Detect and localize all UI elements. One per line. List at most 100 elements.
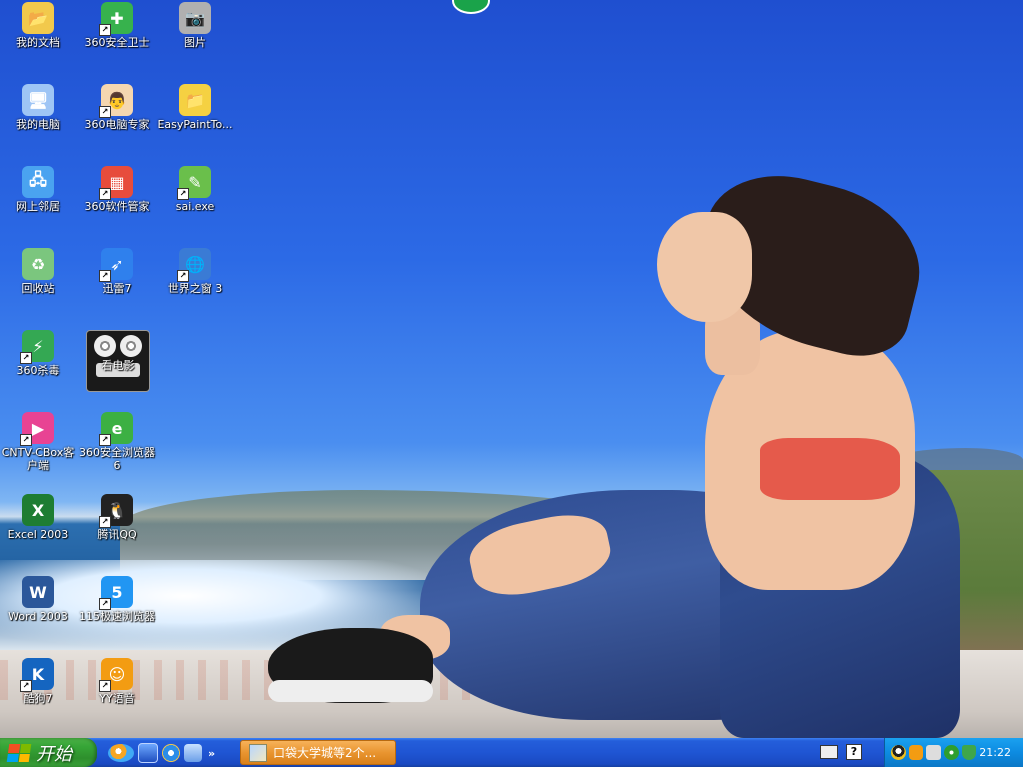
volume-icon[interactable]: [926, 745, 941, 760]
360-safe-glyph: ✚: [110, 8, 124, 28]
desktop-icon-kandianying[interactable]: 看电影: [78, 330, 158, 392]
wallpaper-person-face: [657, 212, 752, 322]
switch-windows-icon[interactable]: [184, 744, 202, 762]
desktop-icon-network-places[interactable]: 🖧 网上邻居: [0, 164, 78, 213]
desktop-icon-yy[interactable]: ☺ ↗ YY语音: [77, 656, 157, 705]
internet-explorer-icon[interactable]: [162, 744, 180, 762]
pictures-glyph: 📷: [185, 8, 205, 28]
floating-green-icon[interactable]: [452, 0, 490, 14]
my-computer-glyph: 🖥: [27, 90, 49, 110]
desktop-icon-label: Excel 2003: [7, 528, 69, 541]
desktop-icon-recycle-bin[interactable]: ♻ 回收站: [0, 246, 78, 295]
qq-icon: 🐧 ↗: [99, 494, 133, 528]
360-browser-glyph: e: [111, 418, 123, 438]
shortcut-arrow-icon: ↗: [20, 352, 32, 364]
desktop-icon-word-2003[interactable]: W Word 2003: [0, 574, 78, 623]
desktop-icon-label: 腾讯QQ: [97, 528, 137, 541]
desktop-icon-label: 看电影: [101, 359, 135, 372]
desktop-icon-360-safe[interactable]: ✚ ↗ 360安全卫士: [77, 0, 157, 49]
360-software-manager-glyph: ▦: [109, 172, 125, 192]
excel-2003-glyph: X: [31, 500, 45, 520]
desktop-icon-label: sai.exe: [175, 200, 215, 213]
360-browser-icon: e ↗: [99, 412, 133, 446]
360-antivirus-icon: ⚡ ↗: [20, 330, 54, 364]
shortcut-arrow-icon: ↗: [99, 106, 111, 118]
desktop-icon-label: 115极速浏览器: [79, 610, 155, 623]
system-tray: 21:22: [884, 738, 1023, 767]
quick-launch: »: [108, 742, 215, 764]
xunlei-icon: ➶ ↗: [99, 248, 133, 282]
desktop-icon-115-browser[interactable]: 5 ↗ 115极速浏览器: [77, 574, 157, 623]
xunlei-glyph: ➶: [110, 254, 124, 274]
desktop-icon-pictures[interactable]: 📷 图片: [155, 0, 235, 49]
115-browser-icon: 5 ↗: [99, 576, 133, 610]
word-2003-icon: W: [22, 576, 54, 608]
115-browser-glyph: 5: [111, 582, 123, 602]
desktop-icon-label: CNTV-CBox客户端: [1, 446, 75, 472]
help-icon[interactable]: ?: [846, 744, 862, 760]
desktop-icon-label: 360安全浏览器6: [79, 446, 155, 472]
desktop-icon-label: 迅雷7: [102, 282, 132, 295]
desktop-icon-360-browser[interactable]: e ↗ 360安全浏览器6: [77, 410, 157, 472]
taskbar-window-button[interactable]: 口袋大学城等2个...: [240, 740, 396, 765]
quicklaunch-more-button[interactable]: »: [208, 747, 215, 760]
shortcut-arrow-icon: ↗: [20, 680, 32, 692]
shortcut-arrow-icon: ↗: [99, 24, 111, 36]
easypainttool-glyph: 📁: [185, 90, 205, 110]
desktop-icon-360-antivirus[interactable]: ⚡ ↗ 360杀毒: [0, 328, 78, 377]
shortcut-arrow-icon: ↗: [99, 516, 111, 528]
start-label: 开始: [36, 743, 72, 765]
clock[interactable]: 21:22: [979, 746, 1011, 759]
desktop-icon-qq[interactable]: 🐧 ↗ 腾讯QQ: [77, 492, 157, 541]
desktop-icon-my-documents[interactable]: 📂 我的文档: [0, 0, 78, 49]
360-computer-expert-icon: 👨 ↗: [99, 84, 133, 118]
desktop-icon-sai[interactable]: ✎ ↗ sai.exe: [155, 164, 235, 213]
360-quicklaunch-icon[interactable]: [108, 744, 134, 762]
language-bar: ?: [820, 744, 862, 760]
recycle-bin-icon: ♻: [22, 248, 54, 280]
keyboard-icon[interactable]: [820, 745, 838, 759]
desktop-icon-theworld[interactable]: 🌐 ↗ 世界之窗 3: [155, 246, 235, 295]
start-button[interactable]: 开始: [0, 738, 97, 767]
desktop-icon-360-computer-expert[interactable]: 👨 ↗ 360电脑专家: [77, 82, 157, 131]
yy-tray-icon[interactable]: [908, 745, 924, 760]
shortcut-arrow-icon: ↗: [99, 434, 111, 446]
qq-tray-icon[interactable]: [891, 745, 906, 760]
360-software-manager-icon: ▦ ↗: [99, 166, 133, 200]
desktop[interactable]: 📂 我的文档 ✚ ↗ 360安全卫士 📷 图片 🖥 我的电脑 👨 ↗ 360电脑专家 📁 EasyPain…: [0, 0, 1023, 738]
recycle-bin-glyph: ♻: [30, 254, 46, 274]
shortcut-arrow-icon: ↗: [99, 270, 111, 282]
taskbar: 开始 » 口袋大学城等2个... ? 21:22: [0, 738, 1023, 767]
shortcut-arrow-icon: ↗: [177, 188, 189, 200]
360-safe-icon: ✚ ↗: [99, 2, 133, 36]
desktop-icon-xunlei[interactable]: ➶ ↗ 迅雷7: [77, 246, 157, 295]
desktop-icon-label: 360电脑专家: [84, 118, 150, 131]
kugou-icon: K ↗: [20, 658, 54, 692]
network-places-icon: 🖧: [22, 166, 54, 198]
desktop-icon-label: 360杀毒: [16, 364, 60, 377]
theworld-icon: 🌐 ↗: [177, 248, 211, 282]
desktop-icon-cntv-cbox[interactable]: ▶ ↗ CNTV-CBox客户端: [0, 410, 78, 472]
wallpaper-person-top: [760, 438, 900, 500]
easypainttool-icon: 📁: [179, 84, 211, 116]
desktop-icon-easypainttool[interactable]: 📁 EasyPaintTo...: [155, 82, 235, 131]
my-computer-icon: 🖥: [22, 84, 54, 116]
360-safe-tray-icon[interactable]: [943, 745, 959, 760]
desktop-icon-label: 世界之窗 3: [167, 282, 223, 295]
360-antivirus-glyph: ⚡: [32, 336, 44, 356]
desktop-icon-my-computer[interactable]: 🖥 我的电脑: [0, 82, 78, 131]
shortcut-arrow-icon: ↗: [99, 598, 111, 610]
desktop-icon-label: 我的文档: [16, 36, 60, 49]
desktop-icon-label: 回收站: [21, 282, 55, 295]
shortcut-arrow-icon: ↗: [99, 680, 111, 692]
desktop-icon-label: EasyPaintTo...: [157, 118, 233, 131]
sai-icon: ✎ ↗: [177, 166, 211, 200]
desktop-icon-360-software-manager[interactable]: ▦ ↗ 360软件管家: [77, 164, 157, 213]
sai-glyph: ✎: [188, 172, 202, 192]
show-desktop-icon[interactable]: [138, 743, 158, 763]
cntv-cbox-glyph: ▶: [31, 418, 45, 438]
desktop-icon-kugou[interactable]: K ↗ 酷狗7: [0, 656, 78, 705]
desktop-icon-excel-2003[interactable]: X Excel 2003: [0, 492, 78, 541]
shield-tray-icon[interactable]: [961, 745, 977, 760]
window-group-icon: [249, 743, 267, 762]
